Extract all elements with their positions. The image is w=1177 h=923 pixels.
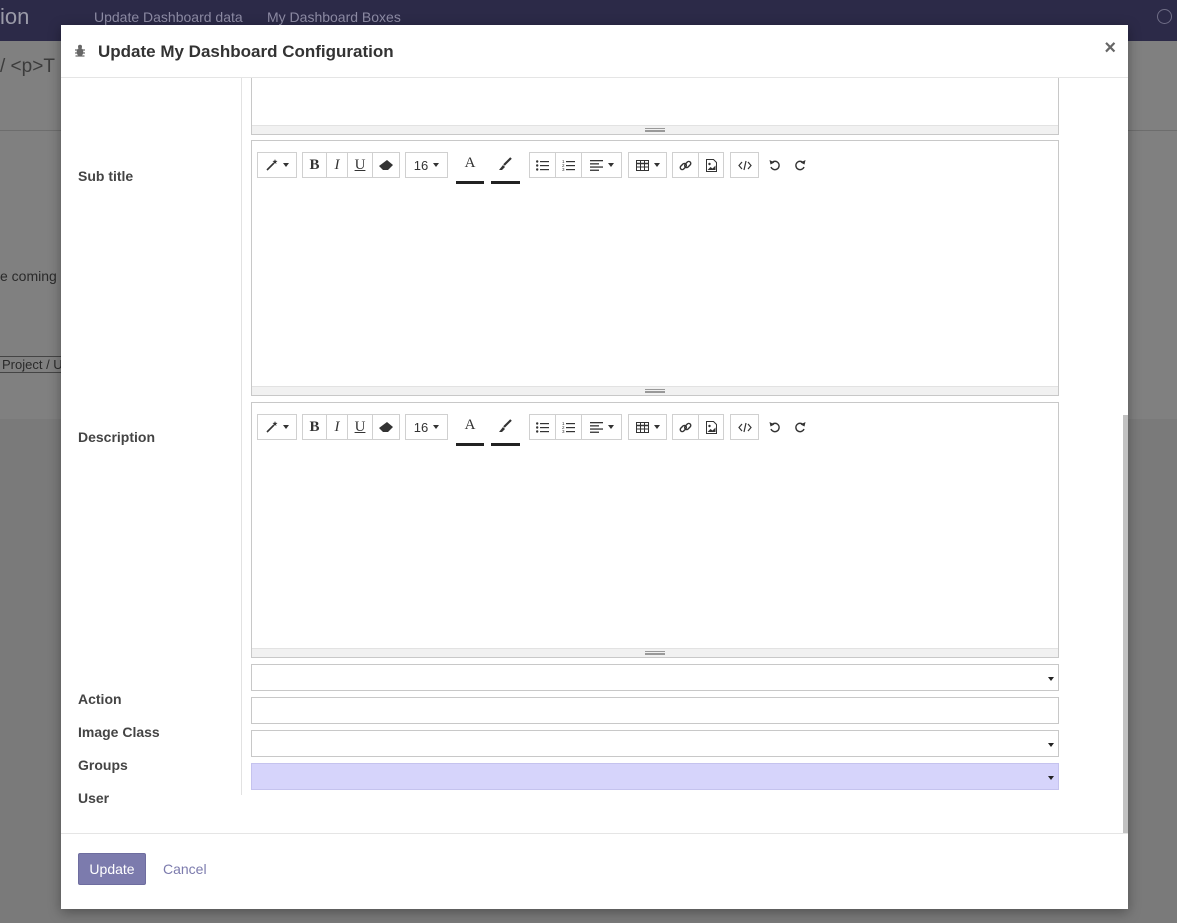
menu-update-dashboard-data[interactable]: Update Dashboard data bbox=[94, 9, 243, 25]
modal-header: Update My Dashboard Configuration × bbox=[61, 25, 1128, 78]
bold-icon[interactable]: B bbox=[302, 152, 327, 178]
image-class-input[interactable] bbox=[251, 697, 1059, 724]
image-class-label: Image Class bbox=[78, 724, 160, 740]
update-dashboard-modal: Update My Dashboard Configuration × Sub … bbox=[61, 25, 1128, 909]
editor-resize-handle[interactable] bbox=[252, 386, 1058, 395]
clock-icon[interactable] bbox=[1157, 9, 1172, 24]
eraser-icon[interactable] bbox=[372, 414, 400, 440]
scrollbar[interactable] bbox=[1123, 415, 1128, 833]
underline-icon[interactable]: U bbox=[347, 414, 373, 440]
image-icon[interactable] bbox=[698, 152, 724, 178]
menu-my-dashboard-boxes[interactable]: My Dashboard Boxes bbox=[267, 9, 401, 25]
underline-icon[interactable]: U bbox=[347, 152, 373, 178]
form-divider bbox=[241, 78, 242, 795]
unordered-list-icon[interactable] bbox=[529, 152, 556, 178]
highlight-color-icon[interactable] bbox=[491, 408, 520, 446]
modal-footer: Update Cancel bbox=[61, 833, 1128, 909]
font-color-icon[interactable]: A bbox=[456, 408, 484, 446]
chevron-down-icon bbox=[1048, 743, 1054, 747]
code-view-icon[interactable] bbox=[730, 152, 759, 178]
app-name: ion bbox=[0, 4, 30, 29]
italic-icon[interactable]: I bbox=[326, 152, 348, 178]
modal-title: Update My Dashboard Configuration bbox=[98, 42, 394, 61]
align-icon[interactable] bbox=[581, 414, 622, 440]
font-size-dropdown[interactable]: 16 bbox=[405, 414, 448, 440]
groups-select[interactable] bbox=[251, 730, 1059, 757]
background-text: e coming s bbox=[0, 268, 68, 284]
bug-icon bbox=[75, 44, 85, 57]
svg-text:3: 3 bbox=[562, 429, 565, 433]
align-icon[interactable] bbox=[581, 152, 622, 178]
code-view-icon[interactable] bbox=[730, 414, 759, 440]
font-size-value: 16 bbox=[413, 157, 429, 173]
font-color-icon[interactable]: A bbox=[456, 146, 484, 184]
italic-icon[interactable]: I bbox=[326, 414, 348, 440]
table-icon[interactable] bbox=[628, 152, 667, 178]
link-icon[interactable] bbox=[672, 152, 699, 178]
redo-icon[interactable] bbox=[787, 152, 813, 178]
image-icon[interactable] bbox=[698, 414, 724, 440]
sub-title-editor[interactable]: B I U 16 A 123 bbox=[251, 140, 1059, 396]
groups-label: Groups bbox=[78, 757, 128, 773]
user-select[interactable] bbox=[251, 763, 1059, 790]
ordered-list-icon[interactable]: 123 bbox=[555, 414, 582, 440]
font-size-dropdown[interactable]: 16 bbox=[405, 152, 448, 178]
highlight-color-icon[interactable] bbox=[491, 146, 520, 184]
unordered-list-icon[interactable] bbox=[529, 414, 556, 440]
ordered-list-icon[interactable]: 123 bbox=[555, 152, 582, 178]
undo-icon[interactable] bbox=[762, 152, 788, 178]
user-label: User bbox=[78, 790, 110, 806]
editor-resize-handle[interactable] bbox=[252, 648, 1058, 657]
undo-icon[interactable] bbox=[762, 414, 788, 440]
editor-resize-handle[interactable] bbox=[252, 125, 1058, 134]
chevron-down-icon bbox=[1048, 776, 1054, 780]
cancel-button[interactable]: Cancel bbox=[163, 861, 207, 877]
bold-icon[interactable]: B bbox=[302, 414, 327, 440]
magic-wand-icon[interactable] bbox=[257, 414, 297, 440]
sub-title-label: Sub title bbox=[78, 168, 134, 184]
table-icon[interactable] bbox=[628, 414, 667, 440]
redo-icon[interactable] bbox=[787, 414, 813, 440]
link-icon[interactable] bbox=[672, 414, 699, 440]
action-label: Action bbox=[78, 691, 122, 707]
font-size-value: 16 bbox=[413, 419, 429, 435]
action-select[interactable] bbox=[251, 664, 1059, 691]
chevron-down-icon bbox=[1048, 677, 1054, 681]
magic-wand-icon[interactable] bbox=[257, 152, 297, 178]
description-editor[interactable]: B I U 16 A 123 bbox=[251, 402, 1059, 658]
title-editor[interactable] bbox=[251, 78, 1059, 135]
description-label: Description bbox=[78, 429, 156, 445]
close-icon[interactable]: × bbox=[1104, 37, 1116, 60]
eraser-icon[interactable] bbox=[372, 152, 400, 178]
modal-body[interactable]: Sub title B I U 16 A 1 2 3 Description B… bbox=[61, 78, 1128, 833]
breadcrumb: / <p>T bbox=[0, 56, 55, 77]
update-button[interactable]: Update bbox=[78, 853, 146, 885]
svg-text:3: 3 bbox=[562, 167, 565, 171]
